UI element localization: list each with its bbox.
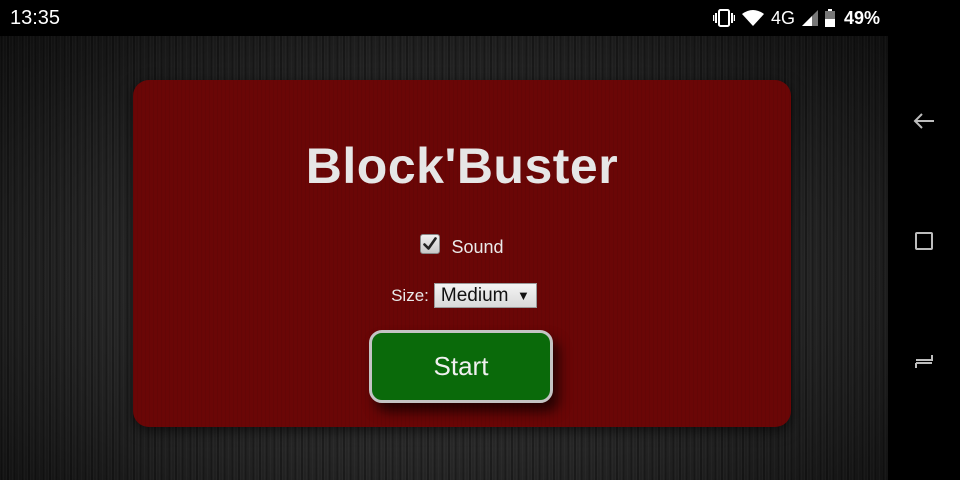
signal-icon xyxy=(801,10,818,26)
checkmark-icon xyxy=(423,236,438,250)
game-title: Block'Buster xyxy=(305,138,619,194)
sound-checkbox[interactable] xyxy=(420,233,441,254)
menu-panel: Block'Buster Sound Size: Medium ▼ Start xyxy=(133,80,791,427)
app-area: Block'Buster Sound Size: Medium ▼ Start xyxy=(0,36,888,480)
size-select-value: Medium xyxy=(440,284,509,306)
status-bar: 13:35 4G 49% xyxy=(0,0,888,36)
vibrate-icon xyxy=(712,9,735,27)
wifi-icon xyxy=(741,9,764,27)
size-option: Size: Medium ▼ xyxy=(133,283,791,308)
start-button[interactable]: Start xyxy=(369,330,553,403)
overview-icon[interactable] xyxy=(912,229,936,253)
status-indicators: 4G 49% xyxy=(712,6,880,30)
screen: 13:35 4G 49% Block'Buster Sound Size: Me… xyxy=(0,0,960,480)
sound-option: Sound xyxy=(133,233,791,258)
battery-icon xyxy=(824,9,835,27)
recents-icon[interactable] xyxy=(912,349,936,373)
size-select[interactable]: Medium ▼ xyxy=(433,283,537,308)
back-icon[interactable] xyxy=(912,109,936,133)
network-type: 4G xyxy=(770,7,795,28)
sound-label[interactable]: Sound xyxy=(451,237,503,258)
dropdown-arrow-icon: ▼ xyxy=(517,288,530,303)
size-label: Size: xyxy=(391,285,429,305)
status-time: 13:35 xyxy=(10,7,61,29)
navigation-bar xyxy=(888,0,960,480)
battery-percentage: 49% xyxy=(843,7,880,28)
